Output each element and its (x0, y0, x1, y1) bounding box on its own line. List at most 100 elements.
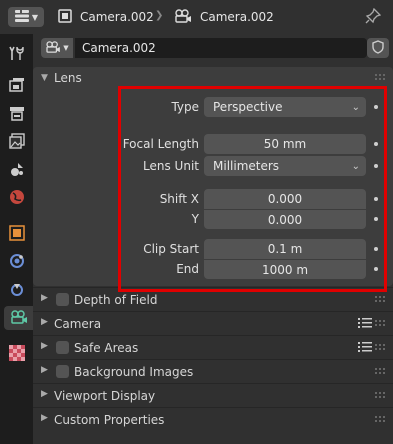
keyframe-dot-icon[interactable] (374, 267, 378, 271)
safe-areas-panel-header[interactable]: ▶ Safe Areas (33, 335, 393, 359)
clip-start-label: Clip Start (143, 242, 199, 256)
tool-icon (9, 45, 25, 64)
background-images-panel-header[interactable]: ▶ Background Images (33, 359, 393, 383)
drag-handle-icon[interactable] (375, 416, 387, 424)
physics-icon (9, 253, 25, 272)
panel-title: Custom Properties (54, 413, 165, 427)
depth-of-field-checkbox[interactable] (56, 293, 69, 306)
properties-tab-bar (0, 34, 33, 444)
camera-panel-header[interactable]: ▶ Camera (33, 311, 393, 335)
presets-list-icon[interactable] (358, 317, 372, 332)
properties-editor-icon (14, 8, 30, 26)
collapsed-arrow-icon: ▶ (41, 293, 48, 303)
type-value: Perspective (213, 100, 283, 114)
panel-title: Depth of Field (74, 293, 158, 307)
camera-object-icon (58, 8, 72, 26)
lens-panel-body: Type Perspective ⌄ Focal Length 50 mm Le… (33, 89, 393, 286)
lens-unit-row: Lens Unit Millimeters ⌄ (33, 156, 393, 176)
presets-list-icon[interactable] (358, 341, 372, 356)
focal-length-row: Focal Length 50 mm (33, 134, 393, 154)
panel-title: Viewport Display (54, 389, 156, 403)
tab-render[interactable] (5, 74, 29, 98)
datablock-selector: ▼ Camera.002 (41, 38, 389, 58)
keyframe-dot-icon[interactable] (374, 164, 378, 168)
tab-object[interactable] (5, 222, 29, 246)
collapsed-arrow-icon: ▶ (41, 413, 48, 423)
clip-start-row: Clip Start 0.1 m (33, 239, 393, 259)
type-label: Type (171, 100, 199, 114)
datablock-name-field[interactable]: Camera.002 (75, 38, 367, 58)
shield-icon (372, 39, 384, 57)
data-name: Camera.002 (200, 10, 274, 24)
render-icon (9, 77, 25, 96)
tab-camera-data[interactable] (4, 306, 33, 330)
viewport-display-panel-header[interactable]: ▶ Viewport Display (33, 383, 393, 407)
tab-world[interactable] (5, 186, 29, 210)
drag-handle-icon[interactable] (375, 392, 387, 400)
drag-handle-icon[interactable] (375, 344, 387, 352)
keyframe-dot-icon[interactable] (374, 105, 378, 109)
collapsed-arrow-icon: ▶ (41, 365, 48, 375)
properties-header: ▼ Camera.002 ❯ Camera.002 (0, 0, 393, 34)
collapsed-arrow-icon: ▶ (41, 317, 48, 327)
breadcrumb-data[interactable]: Camera.002 (174, 8, 274, 26)
collapsed-arrow-icon: ▶ (41, 341, 48, 351)
tab-texture[interactable] (5, 342, 29, 366)
drag-handle-icon[interactable] (375, 296, 387, 304)
chevron-down-icon: ▼ (31, 12, 39, 22)
chevron-down-icon: ⌄ (351, 102, 360, 113)
fake-user-button[interactable] (367, 38, 389, 58)
editor-type-button[interactable]: ▼ (8, 7, 44, 27)
camera-data-icon (45, 40, 61, 56)
depth-of-field-panel-header[interactable]: ▶ Depth of Field (33, 287, 393, 311)
texture-icon (9, 344, 25, 364)
constraints-icon (9, 281, 25, 300)
focal-length-label: Focal Length (122, 137, 199, 151)
safe-areas-checkbox[interactable] (56, 341, 69, 354)
chevron-down-icon: ▼ (63, 44, 69, 52)
object-name: Camera.002 (80, 10, 154, 24)
keyframe-dot-icon[interactable] (374, 142, 378, 146)
clip-end-label: End (176, 262, 199, 276)
tab-output[interactable] (5, 102, 29, 126)
tab-tool[interactable] (5, 42, 29, 66)
keyframe-dot-icon[interactable] (374, 197, 378, 201)
panel-title: Background Images (74, 365, 194, 379)
focal-length-field[interactable]: 50 mm (204, 134, 366, 154)
tab-scene[interactable] (5, 158, 29, 182)
lens-unit-dropdown[interactable]: Millimeters ⌄ (204, 156, 366, 176)
clip-start-field[interactable]: 0.1 m (204, 239, 366, 259)
panel-title: Camera (54, 317, 102, 331)
type-dropdown[interactable]: Perspective ⌄ (204, 97, 366, 117)
tab-view-layer[interactable] (5, 130, 29, 154)
shift-x-field[interactable]: 0.000 (204, 189, 366, 209)
view-layer-icon (9, 132, 25, 152)
output-icon (9, 105, 25, 124)
type-row: Type Perspective ⌄ (33, 97, 393, 117)
drag-handle-icon[interactable] (375, 74, 387, 82)
properties-main: ▼ Camera.002 ▼ Lens Type Perspective ⌄ F… (33, 34, 393, 444)
object-icon (9, 224, 25, 244)
expanded-arrow-icon: ▼ (41, 73, 48, 83)
drag-handle-icon[interactable] (375, 368, 387, 376)
keyframe-dot-icon[interactable] (374, 247, 378, 251)
world-icon (9, 189, 25, 208)
chevron-down-icon: ⌄ (351, 161, 360, 172)
clip-end-row: End 1000 m (33, 259, 393, 279)
background-images-checkbox[interactable] (56, 365, 69, 378)
breadcrumb-object[interactable]: Camera.002 (58, 8, 154, 26)
tab-constraints[interactable] (5, 278, 29, 302)
tab-physics[interactable] (5, 250, 29, 274)
datablock-browse-button[interactable]: ▼ (41, 38, 73, 58)
shift-y-field[interactable]: 0.000 (204, 209, 366, 229)
custom-properties-panel-header[interactable]: ▶ Custom Properties (33, 407, 393, 431)
lens-unit-label: Lens Unit (143, 159, 199, 173)
keyframe-dot-icon[interactable] (374, 217, 378, 221)
lens-panel-header[interactable]: ▼ Lens (33, 67, 393, 89)
shift-y-row: Y 0.000 (33, 209, 393, 229)
scene-icon (9, 161, 25, 180)
clip-end-field[interactable]: 1000 m (204, 259, 366, 279)
camera-data-icon (10, 309, 28, 327)
pin-icon[interactable] (365, 7, 382, 27)
drag-handle-icon[interactable] (375, 320, 387, 328)
